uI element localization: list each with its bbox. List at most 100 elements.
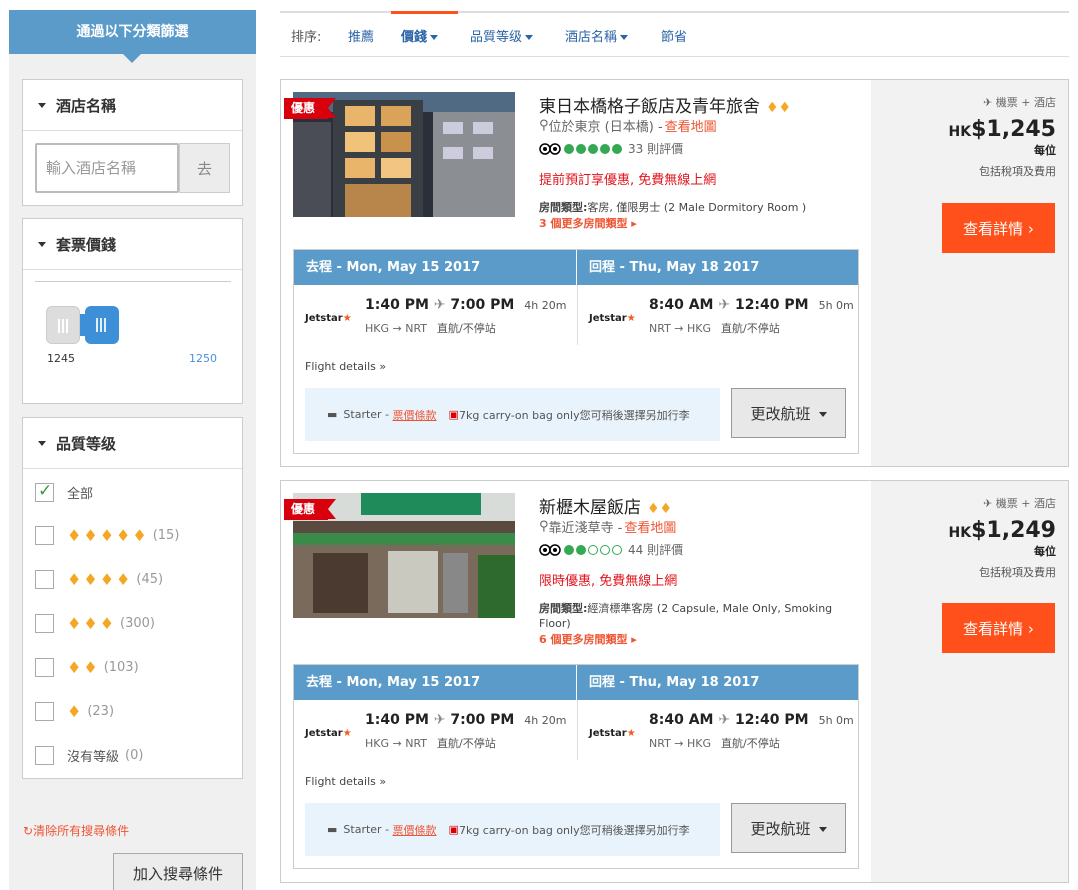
chevron-down-icon xyxy=(430,35,439,40)
hotel-name-link[interactable]: 新櫪木屋飯店 ♦♦ xyxy=(539,493,672,518)
outbound-times: 1:40 PM ✈ 7:00 PM 4h 20m xyxy=(365,712,567,728)
view-map-link[interactable]: 查看地圖 xyxy=(665,116,717,135)
change-flight-button[interactable]: 更改航班 xyxy=(731,388,846,438)
outbound-leg: Jetstar 1:40 PM ✈ 7:00 PM4h 20m HKG → NR… xyxy=(294,700,577,760)
outbound-route: HKG → NRT 直航/不停站 xyxy=(365,322,496,335)
sort-recommended[interactable]: 推薦 xyxy=(348,26,374,45)
ticket-icon: ▬ xyxy=(327,408,338,421)
refresh-icon: ↻ xyxy=(23,824,34,838)
fare-info: ▬ Starter - 票價條款 ▣ 7kg carry-on bag only您可稍… xyxy=(305,388,720,441)
checkbox[interactable] xyxy=(35,569,54,589)
price-box: ✈ 機票 + 酒店 HK$1,249 每位 包括稅項及費用 xyxy=(949,495,1056,580)
flight-details-link[interactable]: Flight details » xyxy=(305,360,386,373)
package-line: ✈ 機票 + 酒店 xyxy=(983,96,1056,109)
hotel-card: 優惠 東日本橋格子飯店及青年旅舍 ♦♦ ⚲ 位於東京 (日本橋) - 查看地圖 33 … xyxy=(280,79,1069,467)
bag-icon: ▣ xyxy=(448,823,459,836)
quality-title[interactable]: 品質等级 xyxy=(23,418,242,469)
hotel-name-link[interactable]: 東日本橋格子飯店及青年旅舍 ♦♦ xyxy=(539,92,791,117)
jetstar-logo: Jetstar xyxy=(589,728,636,739)
checkbox-checked[interactable] xyxy=(35,481,54,502)
quality-option-3[interactable]: ♦♦♦ (300) xyxy=(35,612,155,634)
jetstar-logo: Jetstar xyxy=(305,313,352,324)
sort-active-indicator xyxy=(391,11,458,14)
checkbox[interactable] xyxy=(35,701,54,721)
view-details-button[interactable]: 查看詳情 › xyxy=(942,203,1055,253)
diamond-icon: ♦♦♦ xyxy=(67,613,117,633)
fare-rules-link[interactable]: 票價條款 xyxy=(393,407,437,423)
tripadvisor-rating[interactable]: 44 則評價 xyxy=(539,541,683,558)
filter-header: 通過以下分類篩選 xyxy=(9,10,256,63)
hotel-name-panel: 酒店名稱 去 xyxy=(22,79,243,206)
price-title[interactable]: 套票價錢 xyxy=(23,219,242,270)
outbound-header: 去程 - Mon, May 15 2017 xyxy=(306,260,481,275)
flight-box: 去程 - Mon, May 15 2017 回程 - Thu, May 18 2… xyxy=(293,664,859,869)
price-slider-track xyxy=(35,281,231,282)
price-slider-min-handle[interactable] xyxy=(46,306,80,344)
sort-quality[interactable]: 品質等级 xyxy=(470,26,534,45)
plane-icon: ✈ xyxy=(718,712,731,728)
quality-option-1[interactable]: ♦ (23) xyxy=(35,700,114,722)
room-type: 房間類型:經濟標準客房 (2 Capsule, Male Only, Smoki… xyxy=(539,602,833,630)
quality-option-none[interactable]: 沒有等級 (0) xyxy=(35,744,143,766)
hotel-name-title[interactable]: 酒店名稱 xyxy=(23,80,242,131)
return-header: 回程 - Thu, May 18 2017 xyxy=(576,250,858,285)
change-flight-button[interactable]: 更改航班 xyxy=(731,803,846,853)
return-route: NRT → HKG 直航/不停站 xyxy=(649,737,780,750)
jetstar-logo: Jetstar xyxy=(589,313,636,324)
ticket-icon: ▬ xyxy=(327,823,338,836)
quality-option-all[interactable]: 全部 xyxy=(35,481,99,503)
price-max-value: 1250 xyxy=(189,352,217,365)
price-box: ✈ 機票 + 酒店 HK$1,245 每位 包括稅項及費用 xyxy=(949,94,1056,179)
checkbox[interactable] xyxy=(35,613,54,633)
diamond-icon: ♦♦ xyxy=(647,501,673,517)
hotel-location: ⚲ 位於東京 (日本橋) - 查看地圖 xyxy=(539,116,717,135)
quality-option-5[interactable]: ♦♦♦♦♦ (15) xyxy=(35,524,179,546)
caret-down-icon xyxy=(38,440,46,446)
plane-icon: ✈ xyxy=(983,497,993,510)
deal-tag: 優惠 xyxy=(284,499,336,520)
bag-icon: ▣ xyxy=(448,408,459,421)
promo-text: 提前預訂享優惠, 免費無線上網 xyxy=(539,173,717,188)
add-criteria-button[interactable]: 加入搜尋條件 xyxy=(113,853,243,890)
chevron-down-icon xyxy=(525,35,534,40)
sort-price[interactable]: 價錢 xyxy=(401,26,439,45)
price-slider-max-handle[interactable] xyxy=(85,306,119,344)
more-rooms-link[interactable]: 3 個更多房間類型 ▸ xyxy=(539,215,637,231)
checkbox[interactable] xyxy=(35,657,54,677)
flight-details-link[interactable]: Flight details » xyxy=(305,775,386,788)
view-details-button[interactable]: 查看詳情 › xyxy=(942,603,1055,653)
plane-icon: ✈ xyxy=(983,96,993,109)
hotel-location: ⚲ 靠近淺草寺 - 查看地圖 xyxy=(539,517,677,536)
per-person: 每位 xyxy=(1034,144,1056,157)
plane-icon: ✈ xyxy=(718,297,731,313)
quality-option-2[interactable]: ♦♦ (103) xyxy=(35,656,139,678)
deal-tag: 優惠 xyxy=(284,98,336,119)
tripadvisor-owl-icon xyxy=(539,543,561,556)
promo-text: 限時優惠, 免費無線上網 xyxy=(539,574,678,589)
price: HK$1,245 xyxy=(948,117,1056,142)
return-times: 8:40 AM ✈ 12:40 PM 5h 0m xyxy=(649,297,854,313)
quality-option-4[interactable]: ♦♦♦♦ (45) xyxy=(35,568,163,590)
chevron-down-icon xyxy=(818,411,827,417)
outbound-leg: Jetstar 1:40 PM ✈ 7:00 PM4h 20m HKG → NR… xyxy=(294,285,577,345)
map-pin-icon: ⚲ xyxy=(539,519,549,534)
hotel-search-go-button[interactable]: 去 xyxy=(179,143,230,193)
price-min-value: 1245 xyxy=(47,352,75,365)
hotel-card: 優惠 新櫪木屋飯店 ♦♦ ⚲ 靠近淺草寺 - 查看地圖 44 則評價 限時優惠, 免費… xyxy=(280,480,1069,883)
sort-savings[interactable]: 節省 xyxy=(661,26,687,45)
tripadvisor-rating[interactable]: 33 則評價 xyxy=(539,140,683,157)
checkbox[interactable] xyxy=(35,745,54,765)
return-route: NRT → HKG 直航/不停站 xyxy=(649,322,780,335)
view-map-link[interactable]: 查看地圖 xyxy=(624,517,676,536)
outbound-route: HKG → NRT 直航/不停站 xyxy=(365,737,496,750)
fare-rules-link[interactable]: 票價條款 xyxy=(393,822,437,838)
hotel-name-input[interactable] xyxy=(35,143,179,193)
sort-hotel-name[interactable]: 酒店名稱 xyxy=(565,26,629,45)
fare-info: ▬ Starter - 票價條款 ▣ 7kg carry-on bag only您可稍… xyxy=(305,803,720,856)
clear-filters-link[interactable]: ↻清除所有搜尋條件 xyxy=(23,822,129,839)
checkbox[interactable] xyxy=(35,525,54,545)
more-rooms-link[interactable]: 6 個更多房間類型 ▸ xyxy=(539,631,637,647)
caret-down-icon xyxy=(38,241,46,247)
chevron-down-icon xyxy=(620,35,629,40)
diamond-icon: ♦♦ xyxy=(67,657,100,677)
